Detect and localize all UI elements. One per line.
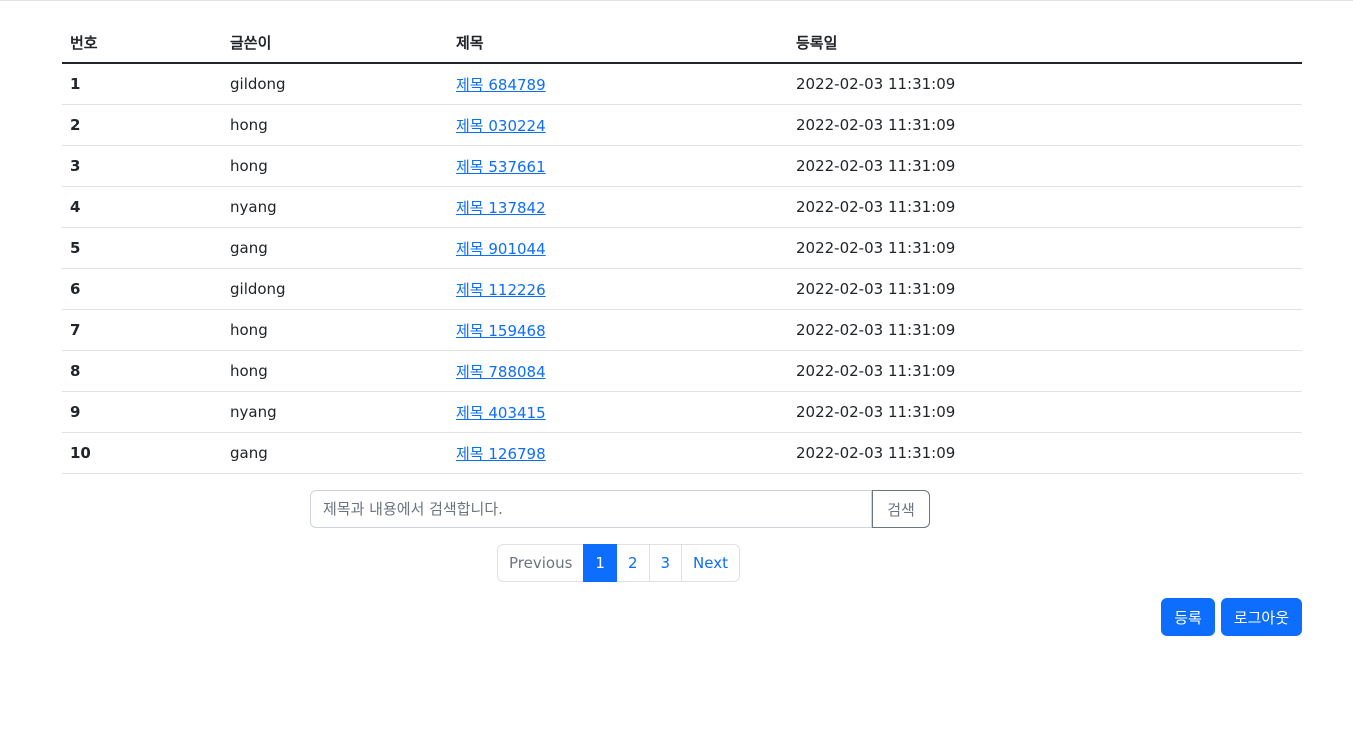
pagination-previous[interactable]: Previous	[497, 544, 585, 582]
post-title-cell: 제목 403415	[448, 391, 788, 433]
post-title-link[interactable]: 제목 137842	[456, 199, 546, 217]
post-writer: hong	[222, 350, 448, 392]
post-writer: hong	[222, 104, 448, 146]
table-row: 2 hong 제목 030224 2022-02-03 11:31:09	[62, 104, 1302, 146]
post-number: 2	[62, 104, 222, 146]
post-date: 2022-02-03 11:31:09	[788, 227, 1302, 269]
table-body: 1 gildong 제목 684789 2022-02-03 11:31:09 2 hon…	[62, 63, 1302, 474]
post-title-cell: 제목 684789	[448, 63, 788, 105]
table-row: 6 gildong 제목 112226 2022-02-03 11:31:09	[62, 268, 1302, 310]
search-button[interactable]: 검색	[872, 490, 930, 528]
table-row: 4 nyang 제목 137842 2022-02-03 11:31:09	[62, 186, 1302, 228]
post-writer: gang	[222, 432, 448, 474]
post-date: 2022-02-03 11:31:09	[788, 432, 1302, 474]
post-date: 2022-02-03 11:31:09	[788, 391, 1302, 433]
post-number: 4	[62, 186, 222, 228]
page-link-3[interactable]: 3	[648, 544, 683, 582]
search-input[interactable]	[310, 490, 872, 528]
pagination-next[interactable]: Next	[681, 544, 740, 582]
header-writer: 글쓴이	[222, 22, 448, 64]
table-row: 7 hong 제목 159468 2022-02-03 11:31:09	[62, 309, 1302, 351]
post-date: 2022-02-03 11:31:09	[788, 145, 1302, 187]
header-date: 등록일	[788, 22, 1302, 64]
post-writer: nyang	[222, 391, 448, 433]
board-container: 번호 글쓴이 제목 등록일 1 gildong 제목 684789 2022-02-0…	[62, 0, 1302, 474]
post-title-cell: 제목 901044	[448, 227, 788, 269]
table-row: 9 nyang 제목 403415 2022-02-03 11:31:09	[62, 391, 1302, 433]
table-row: 8 hong 제목 788084 2022-02-03 11:31:09	[62, 350, 1302, 392]
post-title-cell: 제목 159468	[448, 309, 788, 351]
table-header-row: 번호 글쓴이 제목 등록일	[62, 22, 1302, 64]
post-writer: nyang	[222, 186, 448, 228]
post-title-link[interactable]: 제목 112226	[456, 281, 546, 299]
post-title-cell: 제목 788084	[448, 350, 788, 392]
post-title-cell: 제목 537661	[448, 145, 788, 187]
pagination: Previous 1 2 3 Next	[497, 544, 740, 582]
post-date: 2022-02-03 11:31:09	[788, 63, 1302, 105]
post-title-cell: 제목 112226	[448, 268, 788, 310]
table-row: 1 gildong 제목 684789 2022-02-03 11:31:09	[62, 63, 1302, 105]
post-writer: hong	[222, 145, 448, 187]
register-button[interactable]: 등록	[1161, 598, 1215, 636]
post-title-link[interactable]: 제목 403415	[456, 404, 546, 422]
post-title-link[interactable]: 제목 901044	[456, 240, 546, 258]
post-title-link[interactable]: 제목 159468	[456, 322, 546, 340]
post-number: 7	[62, 309, 222, 351]
post-date: 2022-02-03 11:31:09	[788, 309, 1302, 351]
post-date: 2022-02-03 11:31:09	[788, 268, 1302, 310]
post-number: 8	[62, 350, 222, 392]
table-row: 5 gang 제목 901044 2022-02-03 11:31:09	[62, 227, 1302, 269]
post-writer: hong	[222, 309, 448, 351]
post-title-cell: 제목 137842	[448, 186, 788, 228]
board-table: 번호 글쓴이 제목 등록일 1 gildong 제목 684789 2022-02-0…	[62, 22, 1302, 474]
post-title-link[interactable]: 제목 684789	[456, 76, 546, 94]
post-title-cell: 제목 030224	[448, 104, 788, 146]
table-row: 10 gang 제목 126798 2022-02-03 11:31:09	[62, 432, 1302, 474]
search-form: 검색	[310, 490, 930, 528]
post-number: 3	[62, 145, 222, 187]
post-number: 1	[62, 63, 222, 105]
post-date: 2022-02-03 11:31:09	[788, 350, 1302, 392]
post-title-link[interactable]: 제목 126798	[456, 445, 546, 463]
post-title-cell: 제목 126798	[448, 432, 788, 474]
post-date: 2022-02-03 11:31:09	[788, 186, 1302, 228]
header-number: 번호	[62, 22, 222, 64]
post-number: 9	[62, 391, 222, 433]
post-number: 6	[62, 268, 222, 310]
post-date: 2022-02-03 11:31:09	[788, 104, 1302, 146]
post-title-link[interactable]: 제목 030224	[456, 117, 546, 135]
table-header: 번호 글쓴이 제목 등록일	[62, 22, 1302, 64]
post-title-link[interactable]: 제목 788084	[456, 363, 546, 381]
post-writer: gang	[222, 227, 448, 269]
logout-button[interactable]: 로그아웃	[1220, 598, 1302, 636]
post-writer: gildong	[222, 63, 448, 105]
post-writer: gildong	[222, 268, 448, 310]
action-buttons: 등록 로그아웃	[1161, 598, 1302, 636]
header-title: 제목	[448, 22, 788, 64]
page-link-2[interactable]: 2	[615, 544, 650, 582]
page-link-1[interactable]: 1	[583, 544, 617, 582]
post-number: 5	[62, 227, 222, 269]
post-title-link[interactable]: 제목 537661	[456, 158, 546, 176]
post-number: 10	[62, 432, 222, 474]
table-row: 3 hong 제목 537661 2022-02-03 11:31:09	[62, 145, 1302, 187]
